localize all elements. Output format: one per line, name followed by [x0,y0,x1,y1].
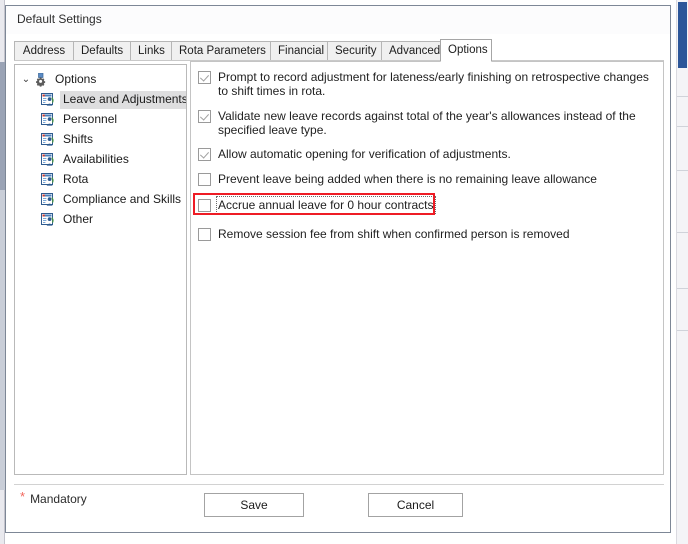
dialog-content: ⌄ Options Leave and Adjustments Personnel Sh… [14,61,664,478]
tree-item-label: Other [63,212,94,226]
checkbox-checked[interactable] [198,110,211,123]
checkbox-checked[interactable] [198,148,211,161]
tree-item-label: Rota [63,172,89,186]
mandatory-asterisk-icon: * [20,489,26,504]
option-row[interactable]: Prevent leave being added when there is … [198,172,597,186]
checkbox-unchecked[interactable] [198,199,211,212]
tab-address[interactable]: Address [14,41,74,61]
chevron-down-icon[interactable]: ⌄ [20,70,32,90]
form-person-icon [41,193,56,207]
form-person-icon [41,173,56,187]
option-row[interactable]: Prompt to record adjustment for lateness… [198,70,650,98]
tree-item-label: Leave and Adjustments [60,91,186,109]
tab-links[interactable]: Links [130,41,172,61]
tab-defaults[interactable]: Defaults [73,41,131,61]
tree-item-shifts[interactable]: Shifts [15,130,186,150]
scrollbar-tick [677,126,688,127]
option-row[interactable]: Validate new leave records against total… [198,109,650,137]
option-label[interactable]: Validate new leave records against total… [218,109,650,137]
mandatory-legend: * Mandatory [20,489,87,506]
scrollbar-tick [677,330,688,331]
mandatory-legend-label: Mandatory [30,492,87,506]
scrollbar-tick [677,96,688,97]
options-tree[interactable]: ⌄ Options Leave and Adjustments Personnel Sh… [14,64,187,475]
settings-tabstrip: Address Defaults Links Rota Parameters Finan… [14,39,664,62]
scrollbar-tick [677,170,688,171]
option-label[interactable]: Accrue annual leave for 0 hour contracts [215,196,437,214]
tree-item-label: Shifts [63,132,94,146]
scrollbar-tick [677,232,688,233]
option-row[interactable]: Remove session fee from shift when confi… [198,227,570,241]
footer-divider [14,484,664,485]
gear-icon [32,72,49,88]
tree-item-compliance-and-skills[interactable]: Compliance and Skills [15,190,186,210]
form-person-icon [41,213,56,227]
scrollbar-tick [677,288,688,289]
option-label[interactable]: Prevent leave being added when there is … [218,172,597,186]
checkbox-checked[interactable] [198,71,211,84]
options-checkbox-panel: Prompt to record adjustment for lateness… [190,61,664,475]
tree-item-rota[interactable]: Rota [15,170,186,190]
tab-options[interactable]: Options [440,39,492,62]
tree-item-other[interactable]: Other [15,210,186,230]
option-label[interactable]: Prompt to record adjustment for lateness… [218,70,650,98]
form-person-icon [41,93,56,107]
option-row[interactable]: Accrue annual leave for 0 hour contracts [198,196,437,214]
tree-root-label: Options [55,72,97,86]
option-label[interactable]: Remove session fee from shift when confi… [218,227,570,241]
checkbox-unchecked[interactable] [198,173,211,186]
form-person-icon [41,133,56,147]
tab-security[interactable]: Security [327,41,382,61]
tree-item-personnel[interactable]: Personnel [15,110,186,130]
save-button[interactable]: Save [204,493,304,517]
dialog-title: Default Settings [17,12,102,26]
tree-root-options[interactable]: ⌄ Options [15,70,186,90]
tree-item-label: Personnel [63,112,118,126]
option-row[interactable]: Allow automatic opening for verification… [198,147,511,161]
page-scrollbar-thumb[interactable] [678,2,687,68]
form-person-icon [41,113,56,127]
tab-rota-parameters[interactable]: Rota Parameters [171,41,271,61]
dialog-titlebar: Default Settings [6,6,670,34]
default-settings-dialog: Default Settings Address Defaults Links Rot… [5,5,671,533]
page-scrollbar[interactable] [676,0,688,544]
option-label[interactable]: Allow automatic opening for verification… [218,147,511,161]
form-person-icon [41,153,56,167]
tab-financial[interactable]: Financial [270,41,328,61]
cancel-button[interactable]: Cancel [368,493,463,517]
tree-item-leave-and-adjustments[interactable]: Leave and Adjustments [15,90,186,110]
tab-advanced[interactable]: Advanced [381,41,441,61]
tree-item-availabilities[interactable]: Availabilities [15,150,186,170]
checkbox-unchecked[interactable] [198,228,211,241]
tree-item-label: Compliance and Skills [63,192,182,206]
tree-item-label: Availabilities [63,152,129,166]
